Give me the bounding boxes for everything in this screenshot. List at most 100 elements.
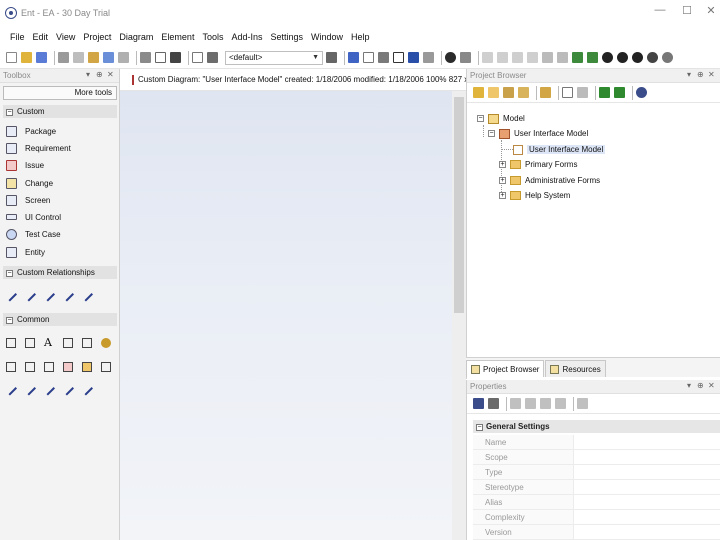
person-icon[interactable] xyxy=(445,52,456,63)
tool-ui-control[interactable]: UI Control xyxy=(6,210,61,224)
minimize-button[interactable]: — xyxy=(652,4,668,16)
tool-requirement[interactable]: Requirement xyxy=(6,141,71,155)
copy-diagram-icon[interactable] xyxy=(140,52,151,63)
dependency-arrow-icon[interactable] xyxy=(23,289,37,302)
align-top-icon[interactable] xyxy=(512,52,523,63)
view-menu-icon[interactable] xyxy=(577,87,588,98)
general-settings-section[interactable]: − General Settings xyxy=(473,420,720,433)
prop-value[interactable] xyxy=(574,450,720,464)
tag-icon[interactable] xyxy=(510,398,521,409)
section-common[interactable]: − Common xyxy=(3,313,117,326)
menu-add-ins[interactable]: Add-Ins xyxy=(231,32,262,42)
menu-file[interactable]: File xyxy=(10,32,25,42)
diagram-tab[interactable]: Custom Diagram: "User Interface Model" c… xyxy=(120,69,466,91)
categorized-icon[interactable] xyxy=(473,398,484,409)
align-bottom-icon[interactable] xyxy=(527,52,538,63)
tree-node-help-system[interactable]: + Help System xyxy=(499,189,570,202)
pencil-icon[interactable] xyxy=(460,52,471,63)
style-combo[interactable]: <default> ▼ xyxy=(225,50,323,65)
expand-icon[interactable]: + xyxy=(499,161,506,168)
prop-value[interactable] xyxy=(574,435,720,449)
search-icon[interactable] xyxy=(662,52,673,63)
move-up-icon[interactable] xyxy=(599,87,610,98)
document-artifact-icon[interactable] xyxy=(25,338,35,348)
maximize-button[interactable]: ☐ xyxy=(679,4,695,17)
issue-flag-icon[interactable] xyxy=(63,362,73,372)
preview-icon[interactable] xyxy=(207,52,218,63)
document-menu-icon[interactable] xyxy=(562,87,573,98)
tool-screen[interactable]: Screen xyxy=(6,193,50,207)
same-height-icon[interactable] xyxy=(557,52,568,63)
print-icon[interactable] xyxy=(170,52,181,63)
undo-icon[interactable] xyxy=(103,52,114,63)
properties-icon[interactable] xyxy=(540,87,551,98)
checklist-icon[interactable] xyxy=(44,362,54,372)
menu-view[interactable]: View xyxy=(56,32,75,42)
copy-icon[interactable] xyxy=(73,52,84,63)
prop-value[interactable] xyxy=(574,525,720,539)
more-tools-button[interactable]: More tools xyxy=(3,86,117,100)
artifact-icon[interactable] xyxy=(6,362,16,372)
dependency-arrow-icon[interactable] xyxy=(4,383,18,396)
expand-icon[interactable]: + xyxy=(499,192,506,199)
trace-arrow-icon[interactable] xyxy=(42,383,56,396)
align-left-icon[interactable] xyxy=(482,52,493,63)
prop-row-complexity[interactable]: Complexity xyxy=(473,510,720,525)
realization-arrow-icon[interactable] xyxy=(42,289,56,302)
settings-gear-icon[interactable] xyxy=(326,52,337,63)
locate-icon[interactable] xyxy=(636,87,647,98)
element-properties-icon[interactable] xyxy=(348,52,359,63)
form-icon[interactable] xyxy=(101,362,111,372)
color-fill-icon[interactable] xyxy=(408,52,419,63)
menu-window[interactable]: Window xyxy=(311,32,343,42)
notes-icon[interactable] xyxy=(363,52,374,63)
zoom-out-icon[interactable] xyxy=(617,52,628,63)
section-custom-relationships[interactable]: − Custom Relationships xyxy=(3,266,117,279)
new-diagram-icon[interactable] xyxy=(503,87,514,98)
tree-node-administrative-forms[interactable]: + Administrative Forms xyxy=(499,174,600,187)
tool-test-case[interactable]: Test Case xyxy=(6,227,61,241)
menu-diagram[interactable]: Diagram xyxy=(119,32,153,42)
zoom-100-icon[interactable] xyxy=(647,52,658,63)
new-package-icon[interactable] xyxy=(488,87,499,98)
panel-menu-icon[interactable]: ▾ xyxy=(86,70,90,79)
sort-alpha-icon[interactable] xyxy=(488,398,499,409)
edit-icon[interactable] xyxy=(540,398,551,409)
menu-settings[interactable]: Settings xyxy=(271,32,304,42)
expand-icon[interactable]: + xyxy=(499,177,506,184)
up-icon[interactable] xyxy=(555,398,566,409)
boundary-icon[interactable] xyxy=(63,338,73,348)
tree-node-primary-forms[interactable]: + Primary Forms xyxy=(499,158,577,171)
constraint-icon[interactable] xyxy=(25,362,35,372)
pin-icon[interactable]: ⊕ xyxy=(697,70,704,79)
prop-value[interactable] xyxy=(574,465,720,479)
open-folder-icon[interactable] xyxy=(21,52,32,63)
text-icon[interactable]: A xyxy=(44,337,54,348)
panel-menu-icon[interactable]: ▾ xyxy=(687,70,691,79)
actor-icon[interactable] xyxy=(101,338,111,348)
new-element-icon[interactable] xyxy=(518,87,529,98)
close-button[interactable]: ✕ xyxy=(703,4,719,17)
pin-value-icon[interactable] xyxy=(525,398,536,409)
prop-value[interactable] xyxy=(574,495,720,509)
prop-row-stereotype[interactable]: Stereotype xyxy=(473,480,720,495)
line-color-icon[interactable] xyxy=(423,52,434,63)
list-icon[interactable] xyxy=(378,52,389,63)
notelink-arrow-icon[interactable] xyxy=(80,383,94,396)
menu-tools[interactable]: Tools xyxy=(202,32,223,42)
same-width-icon[interactable] xyxy=(542,52,553,63)
prop-row-type[interactable]: Type xyxy=(473,465,720,480)
pin-icon[interactable]: ⊕ xyxy=(96,70,103,79)
diagram-canvas[interactable] xyxy=(120,91,452,540)
collapse-icon[interactable]: − xyxy=(488,130,495,137)
menu-project[interactable]: Project xyxy=(83,32,111,42)
zoom-in-icon[interactable] xyxy=(602,52,613,63)
align-right-icon[interactable] xyxy=(497,52,508,63)
information-flow-arrow-icon[interactable] xyxy=(61,383,75,396)
prop-row-alias[interactable]: Alias xyxy=(473,495,720,510)
move-down-icon[interactable] xyxy=(614,87,625,98)
prop-row-name[interactable]: Name xyxy=(473,435,720,450)
pin-icon[interactable]: ⊕ xyxy=(697,381,704,390)
tool-change[interactable]: Change xyxy=(6,176,53,190)
tree-node-user-interface-package[interactable]: − User Interface Model xyxy=(488,127,588,140)
